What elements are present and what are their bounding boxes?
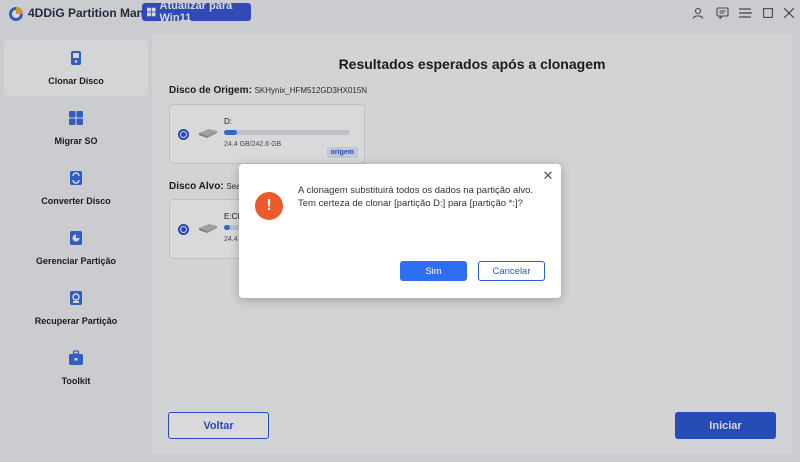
warning-icon: ! [255, 192, 283, 220]
confirm-dialog: ✕ ! A clonagem substituirá todos os dado… [239, 164, 561, 298]
cancel-button[interactable]: Cancelar [478, 261, 545, 281]
dialog-close-icon[interactable]: ✕ [542, 168, 554, 183]
confirm-yes-button[interactable]: Sim [400, 261, 467, 281]
dialog-message: A clonagem substituirá todos os dados na… [298, 185, 534, 209]
